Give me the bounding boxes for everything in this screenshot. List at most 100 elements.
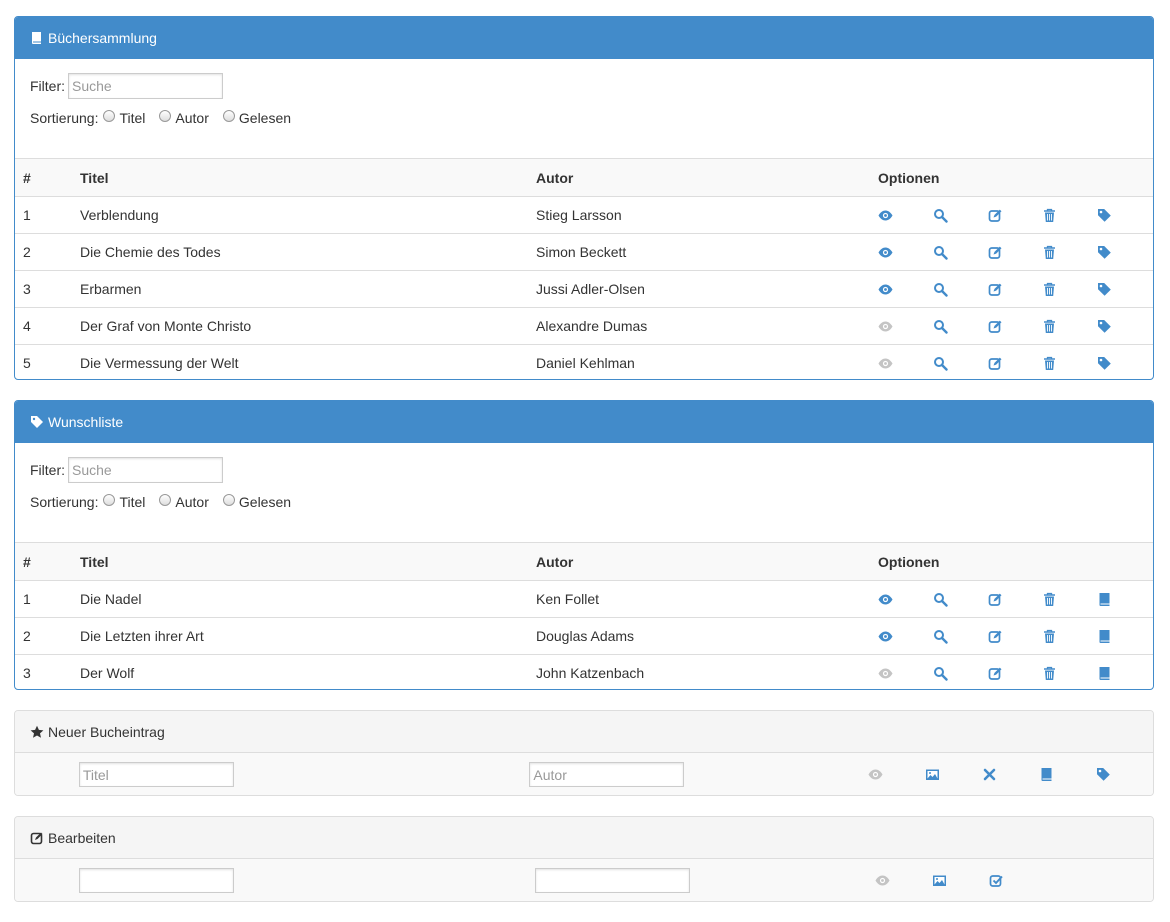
edit-author-input[interactable] [535, 868, 690, 893]
sort-label: Sortierung: [30, 110, 99, 126]
picture-icon[interactable] [932, 873, 989, 888]
search-icon[interactable] [933, 208, 988, 223]
trash-icon[interactable] [1042, 356, 1097, 371]
eye-icon[interactable] [878, 282, 933, 297]
row-author: Douglas Adams [528, 617, 870, 655]
column-header-author: Autor [528, 542, 870, 581]
row-title: Die Chemie des Todes [72, 233, 528, 271]
edit-heading: Bearbeiten [15, 817, 1153, 859]
new-entry-title: Neuer Bucheintrag [48, 723, 165, 740]
edit-title: Bearbeiten [48, 829, 116, 846]
eye-icon[interactable] [875, 873, 932, 888]
row-title: Die Letzten ihrer Art [72, 617, 528, 655]
row-title: Verblendung [80, 207, 159, 223]
eye-icon[interactable] [878, 592, 933, 607]
eye-icon[interactable] [878, 356, 933, 371]
row-options [870, 617, 1153, 655]
search-icon[interactable] [933, 629, 988, 644]
remove-icon[interactable] [982, 767, 1039, 782]
new-title-input[interactable] [78, 762, 234, 787]
row-options [870, 581, 1153, 618]
trash-icon[interactable] [1042, 282, 1097, 297]
sort-radio-author[interactable] [159, 494, 172, 506]
row-options [870, 270, 1153, 308]
wishlist-table: # Titel Autor Optionen 1 Die Nadel Ken Fol… [15, 542, 1153, 689]
check-icon[interactable] [989, 873, 1046, 888]
edit-icon[interactable] [988, 666, 1043, 681]
sort-radio-read[interactable] [222, 110, 235, 122]
search-icon[interactable] [933, 592, 988, 607]
edit-icon[interactable] [988, 208, 1043, 223]
trash-icon[interactable] [1042, 245, 1097, 260]
collection-heading: Büchersammlung [15, 17, 1153, 59]
filter-label: Filter: [30, 78, 65, 94]
row-options [870, 197, 1153, 234]
eye-icon[interactable] [878, 208, 933, 223]
search-icon[interactable] [933, 356, 988, 371]
row-number: 2 [15, 617, 72, 655]
table-row: 3 Der Wolf John Katzenbach [15, 654, 1153, 689]
sort-option-label: Autor [175, 494, 209, 510]
edit-icon[interactable] [988, 356, 1043, 371]
wishlist-filter-input[interactable] [68, 457, 223, 483]
trash-icon[interactable] [1042, 666, 1097, 681]
book-icon[interactable] [1039, 767, 1096, 782]
book-icon [30, 31, 44, 45]
eye-icon[interactable] [868, 767, 925, 782]
row-options [870, 233, 1153, 271]
tag-icon[interactable] [1097, 356, 1152, 371]
book-icon[interactable] [1097, 666, 1152, 681]
edit-icon[interactable] [988, 629, 1043, 644]
edit-title-input[interactable] [79, 868, 234, 893]
search-icon[interactable] [933, 245, 988, 260]
row-number: 4 [15, 307, 72, 345]
tag-icon[interactable] [1097, 245, 1152, 260]
trash-icon[interactable] [1042, 629, 1097, 644]
book-icon[interactable] [1097, 592, 1152, 607]
tag-icon[interactable] [1096, 767, 1153, 782]
trash-icon[interactable] [1042, 208, 1097, 223]
row-author: Daniel Kehlman [528, 344, 870, 379]
sort-option-label: Gelesen [238, 494, 292, 510]
eye-icon[interactable] [878, 629, 933, 644]
edit-icon[interactable] [988, 592, 1043, 607]
edit-icon[interactable] [988, 282, 1043, 297]
sort-radio-read[interactable] [222, 494, 235, 506]
tag-icon[interactable] [1097, 208, 1152, 223]
row-author: Ken Follet [536, 591, 600, 607]
row-title: Die Nadel [80, 591, 142, 607]
row-number: 3 [15, 654, 72, 689]
search-icon[interactable] [933, 282, 988, 297]
row-author: Jussi Adler-Olsen [528, 270, 870, 308]
sort-radio-title[interactable] [103, 494, 116, 506]
row-author: Alexandre Dumas [528, 307, 870, 345]
eye-icon[interactable] [878, 666, 933, 681]
eye-icon[interactable] [878, 245, 933, 260]
new-entry-heading: Neuer Bucheintrag [15, 711, 1153, 753]
collection-filter-input[interactable] [68, 73, 223, 99]
row-author: Simon Beckett [528, 233, 870, 271]
search-icon[interactable] [933, 666, 988, 681]
tag-icon[interactable] [1097, 319, 1152, 334]
filter-label: Filter: [30, 462, 65, 478]
sort-radio-author[interactable] [159, 110, 172, 122]
picture-icon[interactable] [925, 767, 982, 782]
tag-icon[interactable] [1097, 282, 1152, 297]
trash-icon[interactable] [1042, 319, 1097, 334]
edit-icon[interactable] [988, 245, 1043, 260]
new-author-input[interactable] [529, 762, 685, 787]
collection-title: Büchersammlung [48, 30, 157, 46]
edit-icon[interactable] [988, 319, 1043, 334]
column-header-options: Optionen [870, 542, 1153, 581]
sort-radio-title[interactable] [103, 110, 116, 122]
row-title: Der Wolf [72, 654, 528, 689]
sort-label: Sortierung: [30, 494, 99, 510]
collection-table: # Titel Autor Optionen 1 Verblendung Stieg… [15, 158, 1153, 379]
book-icon[interactable] [1097, 629, 1152, 644]
trash-icon[interactable] [1042, 592, 1097, 607]
search-icon[interactable] [933, 319, 988, 334]
row-options [870, 307, 1153, 345]
row-options [870, 654, 1153, 689]
column-header-number: # [15, 158, 72, 197]
eye-icon[interactable] [878, 319, 933, 334]
